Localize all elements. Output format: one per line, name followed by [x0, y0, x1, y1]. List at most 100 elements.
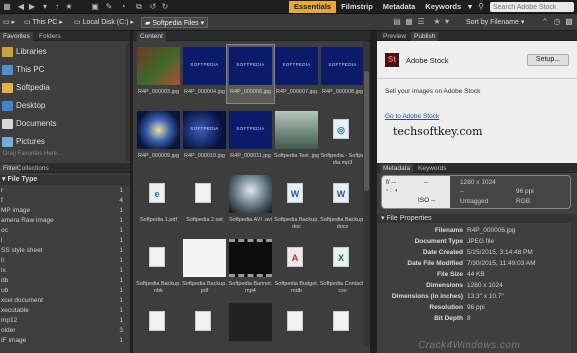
workspace-essentials[interactable]: Essentials [289, 1, 337, 13]
workspace-filmstrip[interactable]: Filmstrip [336, 1, 378, 13]
filter-row[interactable]: SS style sheet 1 [0, 246, 125, 256]
tab-metadata[interactable]: Metadata [380, 164, 414, 173]
thumbnail-item[interactable]: Softpedia Backup.nbk [135, 237, 182, 295]
tab-keywords[interactable]: Keywords [415, 164, 450, 173]
thumbnail-item[interactable]: SOFTPEDIA R4P_000004.jpg [181, 45, 228, 103]
sort-dropdown[interactable]: Sort by Filename ▾ [466, 17, 532, 28]
content-scrollbar[interactable] [363, 41, 370, 346]
refine-icon[interactable]: ✎ [104, 2, 114, 12]
tab-publish[interactable]: Publish [411, 32, 439, 41]
rating-filter-chevron-icon[interactable]: ▾ [442, 17, 452, 27]
filter-row[interactable]: MP image 1 [0, 206, 125, 216]
thumbnail-item[interactable]: W Softpedia Backup.doc [273, 173, 320, 231]
thumbnail-item[interactable] [135, 301, 182, 353]
new-folder-icon[interactable]: ▩ [564, 17, 574, 27]
thumbnail-item[interactable]: Softpedia Backup.pdf [181, 237, 228, 295]
thumbnail-item[interactable]: W Softpedia Backup.docx [319, 173, 366, 231]
thumbnail-item[interactable]: SOFTPEDIA R4P_000008.jpg [319, 45, 366, 103]
filter-row[interactable]: xcel document 1 [0, 296, 125, 306]
thumbnail-item[interactable]: SOFTPEDIA R4P_000011.jpg [227, 109, 274, 167]
tab-preview[interactable]: Preview [380, 32, 409, 41]
rating-filter-star-icon[interactable]: ★ [432, 17, 442, 27]
filter-row[interactable]: lx 1 [0, 266, 125, 276]
setup-button[interactable]: Setup... [527, 54, 569, 66]
filter-row[interactable]: amera Raw image 1 [0, 216, 125, 226]
search-input[interactable] [490, 2, 574, 12]
thumbnail-item[interactable]: ◎ Softpedia - Softpedia.mp3 [319, 109, 366, 167]
computer-icon[interactable]: ▭ ▸ [3, 17, 15, 28]
favorites-icon[interactable]: ★ [64, 2, 74, 12]
tab-favorites[interactable]: Favorites [0, 32, 33, 41]
thumbnail-item[interactable]: X Softpedia Contact.csv [319, 237, 366, 295]
thumbnail-item[interactable] [181, 301, 228, 353]
thumbnail-item[interactable]: Softpedia AVI .avi [227, 173, 274, 231]
thumbnail-item[interactable]: Softpedia Banner.mp4 [227, 237, 274, 295]
workspace-keywords[interactable]: Keywords [420, 1, 466, 13]
search-icon[interactable]: ⚲ [476, 2, 486, 12]
filter-file-type-heading[interactable]: ▾ File Type [0, 175, 130, 185]
thumbnail-item[interactable]: Softpedia 2.ost [181, 173, 228, 231]
thumbnail-item[interactable]: Softpedia Test .jpg [273, 109, 320, 167]
back-icon[interactable]: ◀ [16, 2, 26, 12]
favorite-item[interactable]: Libraries [0, 43, 125, 61]
thumbnail-item[interactable]: R4P_000009.jpg [135, 109, 182, 167]
workspace-metadata[interactable]: Metadata [378, 1, 421, 13]
favorite-item[interactable]: Desktop [0, 97, 125, 115]
filter-row[interactable]: mp12 1 [0, 316, 125, 326]
right-splitter[interactable] [370, 31, 377, 353]
file-properties-heading[interactable]: ▾ File Properties [377, 214, 577, 223]
view-details-icon[interactable]: ▤ [392, 17, 402, 27]
left-splitter[interactable] [130, 31, 133, 353]
filter-row[interactable]: r1 [0, 186, 125, 196]
thumbnail-item[interactable]: SOFTPEDIA R4P_000006.jpg [226, 44, 275, 104]
favorite-item[interactable]: This PC [0, 61, 125, 79]
favorite-item[interactable]: Softpedia [0, 79, 125, 97]
get-photos-icon[interactable]: ▣ [90, 2, 100, 12]
tab-content[interactable]: Content [137, 32, 166, 41]
go-to-adobe-stock-link[interactable]: Go to Adobe Stock [385, 113, 439, 120]
content-scrollbar-thumb[interactable] [364, 71, 369, 191]
thumbnail-item[interactable] [227, 301, 274, 353]
thumbnail-item[interactable]: SOFTPEDIA R4P_000007.jpg [273, 45, 320, 103]
tab-collections[interactable]: Collections [14, 164, 52, 173]
thumbnail-item[interactable]: SOFTPEDIA R4P_000010.jpg [181, 109, 228, 167]
open-recent-file-icon[interactable]: ◷ [552, 17, 562, 27]
breadcrumb-local-disk[interactable]: ▭ Local Disk (C:) ▸ [74, 17, 134, 28]
favorite-item[interactable]: Pictures [0, 133, 125, 151]
output-icon[interactable]: ⧉ [134, 2, 144, 12]
filter-row[interactable]: oc 1 [0, 226, 125, 236]
thumbnail-item[interactable] [273, 301, 320, 353]
filter-row[interactable]: l1 [0, 236, 125, 246]
filter-row[interactable]: IF image 1 [0, 336, 125, 346]
open-recent-icon[interactable]: ◔ [118, 2, 128, 12]
view-grid-icon[interactable]: ▦ [404, 17, 414, 27]
filter-row[interactable]: ll 1 [0, 256, 125, 266]
thumbnail-item[interactable]: A Softpedia Budget.mdb [273, 237, 320, 295]
filter-row[interactable]: f4 [0, 196, 125, 206]
thumbnail-caption: R4P_000008.jpg [322, 89, 363, 95]
favorite-item[interactable]: Documents [0, 115, 125, 133]
rotate-left-icon[interactable]: ↺ [148, 2, 158, 12]
breadcrumb-this-pc[interactable]: ▭ This PC ▸ [24, 17, 63, 28]
filter-row[interactable]: db 1 [0, 276, 125, 286]
thumbnail-item[interactable]: e Softpedia 1.pdf [135, 173, 182, 231]
publish-panel: St Adobe Stock Setup... Sell your images… [377, 41, 577, 163]
forward-icon[interactable]: ▶ [27, 2, 37, 12]
computer-icon [2, 65, 13, 75]
filter-row[interactable]: xecutable 1 [0, 306, 125, 316]
metadata-scrollbar[interactable] [571, 214, 577, 353]
view-list-icon[interactable]: ☰ [416, 17, 426, 27]
tab-folders[interactable]: Folders [36, 32, 64, 41]
history-icon[interactable]: ▾ [40, 2, 50, 12]
thumbnail-item[interactable]: R4P_000003.jpg [135, 45, 182, 103]
filter-row[interactable]: older 3 [0, 326, 125, 336]
filter-row[interactable]: ub 1 [0, 286, 125, 296]
parent-folder-icon[interactable]: ↑ [52, 2, 62, 12]
filter-label: l [1, 237, 3, 244]
bridge-menu-icon[interactable]: ▦ [2, 2, 12, 12]
breadcrumb-softpedia-files[interactable]: ▰ Softpedia Files ▾ [141, 17, 209, 28]
workspace-menu-chevron-icon[interactable]: ▾ [466, 1, 474, 13]
thumbnail-item[interactable] [319, 301, 366, 353]
rotate-right-icon[interactable]: ↻ [160, 2, 170, 12]
sort-direction-icon[interactable]: ^ [540, 17, 550, 27]
